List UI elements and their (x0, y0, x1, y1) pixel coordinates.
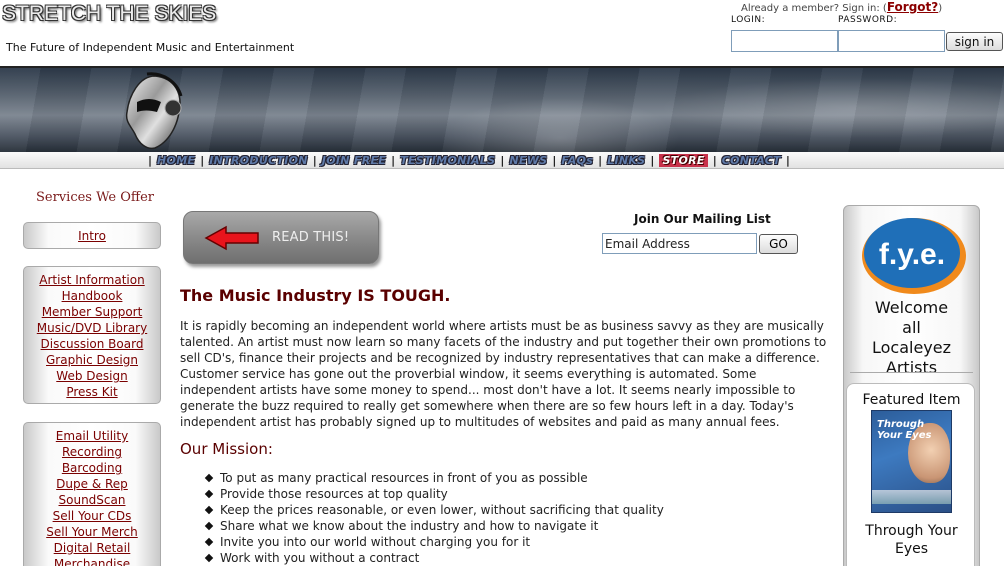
welcome-line-2: all (902, 318, 921, 337)
nav-separator: | (200, 154, 205, 167)
member-signin-hint: Already a member? Sign in: (Forgot?) (741, 0, 942, 14)
mission-item: To put as many practical resources in fr… (206, 470, 664, 486)
book-title-line-2: Your Eyes (877, 430, 932, 441)
nav-separator: | (312, 154, 317, 167)
services-group-1: Artist Information Handbook Member Support… (23, 266, 161, 404)
login-label: LOGIN: (731, 15, 766, 25)
read-this-button[interactable]: READ THIS! (183, 211, 379, 264)
services-group-2: Email Utility Recording Barcoding Dupe & Re… (23, 422, 161, 566)
sidebar-link-discussion-board[interactable]: Discussion Board (24, 336, 160, 352)
nav-link-news[interactable]: NEWS (509, 154, 547, 167)
nav-separator: | (552, 154, 557, 167)
sidebar-link-intro[interactable]: Intro (24, 228, 160, 244)
nav-link-faqs[interactable]: FAQs (561, 154, 593, 167)
welcome-line-1: Welcome (874, 298, 949, 317)
sidebar-link-graphic-design[interactable]: Graphic Design (24, 352, 160, 368)
nav-item: | LINKS (593, 154, 645, 167)
nav-separator: | (391, 154, 396, 167)
sidebar-link-press-kit[interactable]: Press Kit (24, 384, 160, 400)
mission-item: Keep the prices reasonable, or even lowe… (206, 502, 664, 518)
sidebar-link-barcoding[interactable]: Barcoding (24, 460, 160, 476)
nav-item: | STORE (645, 154, 708, 167)
nav-link-introduction[interactable]: INTRODUCTION (209, 154, 308, 167)
nav-link-links[interactable]: LINKS (607, 154, 645, 167)
nav-list: | HOME | INTRODUCTION | JOIN FREE | TESTIMONIAL… (143, 152, 795, 169)
nav-separator: | (598, 154, 603, 167)
sidebar-link-recording[interactable]: Recording (24, 444, 160, 460)
mission-item: Work with you without a contract (206, 550, 664, 566)
password-input[interactable] (838, 30, 945, 52)
header-banner (0, 66, 1004, 154)
main-nav: | HOME | INTRODUCTION | JOIN FREE | TESTIMONIAL… (0, 152, 1004, 169)
chrome-head-icon (125, 72, 183, 150)
page-heading: The Music Industry IS TOUGH. (180, 286, 451, 305)
right-divider (850, 372, 973, 373)
read-this-label: READ THIS! (272, 230, 350, 245)
right-sidebar: f.y.e. Welcome all Localeyez Artists Fea… (843, 205, 980, 566)
intro-box: Intro (23, 222, 161, 249)
site-logo[interactable]: STRETCH THE SKIES (2, 2, 216, 26)
sidebar-link-sell-your-merch[interactable]: Sell Your Merch (24, 524, 160, 540)
featured-name-line-1: Through Your (865, 523, 958, 539)
nav-link-store[interactable]: STORE (659, 154, 708, 167)
nav-item: | INTRODUCTION (195, 154, 308, 167)
fye-logo-icon[interactable]: f.y.e. (860, 214, 966, 296)
sidebar-link-merchandise[interactable]: Merchandise (24, 556, 160, 566)
nav-link-testimonials[interactable]: TESTIMONIALS (400, 154, 495, 167)
featured-item-name[interactable]: Through Your Eyes (844, 522, 979, 558)
forgot-link[interactable]: Forgot? (887, 0, 938, 14)
services-title: Services We Offer (36, 190, 155, 205)
site-tagline: The Future of Independent Music and Ente… (6, 41, 295, 54)
intro-paragraph: It is rapidly becoming an independent wo… (180, 319, 827, 429)
sidebar-link-email-utility[interactable]: Email Utility (24, 428, 160, 444)
mission-list: To put as many practical resources in fr… (206, 470, 664, 566)
mailing-email-input[interactable] (602, 233, 757, 254)
member-prompt: Already a member? Sign in: ( (741, 3, 887, 14)
featured-name-line-2: Eyes (894, 541, 929, 557)
nav-separator: | (650, 154, 655, 167)
sidebar-link-artist-information[interactable]: Artist Information (24, 272, 160, 288)
sidebar-link-web-design[interactable]: Web Design (24, 368, 160, 384)
nav-separator: | (785, 154, 790, 167)
nav-separator: | (500, 154, 505, 167)
nav-separator: | (712, 154, 717, 167)
fye-logo-text: f.y.e. (879, 238, 945, 271)
nav-link-contact[interactable]: CONTACT (722, 154, 781, 167)
sidebar-link-member-support[interactable]: Member Support (24, 304, 160, 320)
nav-item: | NEWS (495, 154, 547, 167)
book-title-line-1: Through (877, 419, 925, 430)
sidebar-link-dupe-rep[interactable]: Dupe & Rep (24, 476, 160, 492)
welcome-text: Welcome all Localeyez Artists (844, 298, 979, 378)
mailing-go-button[interactable]: GO (759, 234, 798, 254)
nav-item: | HOME (143, 154, 195, 167)
member-prompt-close: ) (938, 3, 943, 14)
mission-heading: Our Mission: (180, 440, 273, 458)
nav-item: | TESTIMONIALS (386, 154, 495, 167)
nav-separator: | (148, 154, 153, 167)
featured-book-cover[interactable]: Through Your Eyes (871, 410, 952, 513)
login-input[interactable] (731, 30, 838, 52)
mission-item: Invite you into our world without chargi… (206, 534, 664, 550)
nav-item: | JOIN FREE (308, 154, 386, 167)
book-cover-title: Through Your Eyes (877, 419, 931, 441)
sidebar-link-digital-retail[interactable]: Digital Retail (24, 540, 160, 556)
featured-item-title: Featured Item (862, 392, 961, 408)
mailing-list-title: Join Our Mailing List (634, 212, 771, 226)
sidebar-link-soundscan[interactable]: SoundScan (24, 492, 160, 508)
sidebar-link-music-dvd-library[interactable]: Music/DVD Library (24, 320, 160, 336)
signin-button[interactable]: sign in (946, 32, 1003, 51)
red-arrow-icon (204, 225, 259, 251)
password-label: PASSWORD: (838, 15, 898, 25)
nav-link-home[interactable]: HOME (157, 154, 195, 167)
mission-item: Share what we know about the industry an… (206, 518, 664, 534)
mission-item: Provide those resources at top quality (206, 486, 664, 502)
sidebar-link-handbook[interactable]: Handbook (24, 288, 160, 304)
page: STRETCH THE SKIES The Future of Independ… (0, 0, 1004, 566)
nav-item-end: | (781, 154, 795, 167)
sidebar-link-sell-your-cds[interactable]: Sell Your CDs (24, 508, 160, 524)
nav-item: | FAQs (547, 154, 593, 167)
nav-link-join-free[interactable]: JOIN FREE (322, 154, 386, 167)
book-cover-band (872, 490, 951, 504)
nav-item: | CONTACT (708, 154, 781, 167)
